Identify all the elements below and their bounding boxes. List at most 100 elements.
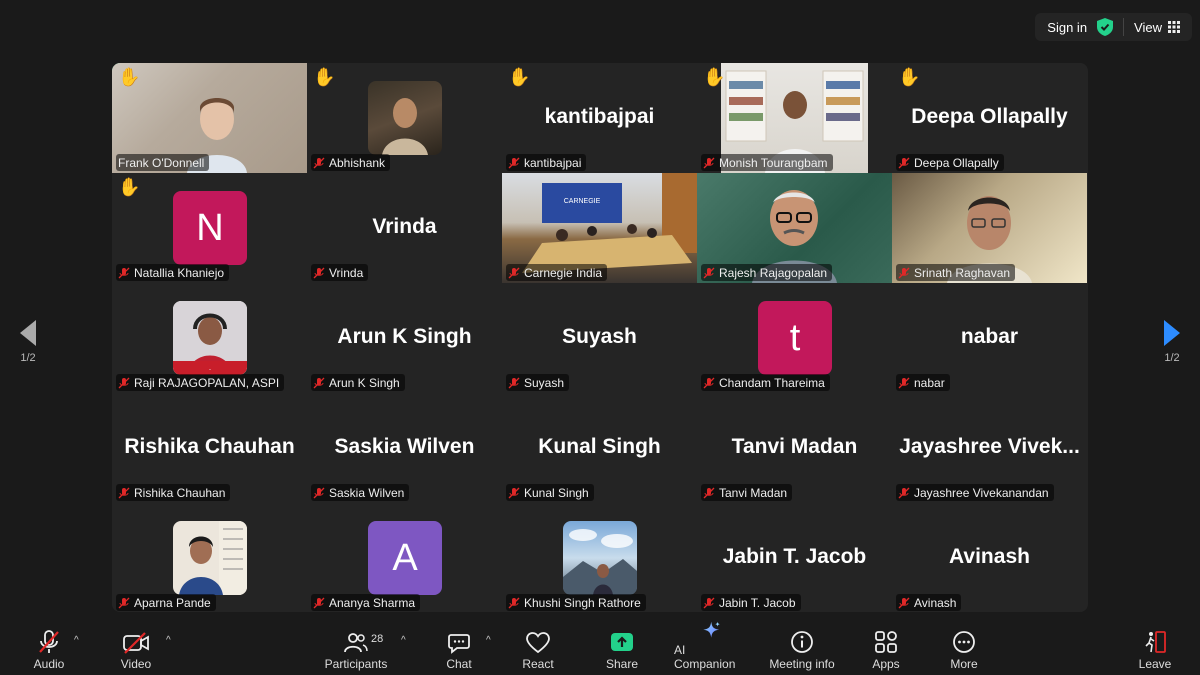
participant-display-name: Avinash: [949, 545, 1030, 568]
participant-display-name: Rishika Chauhan: [124, 435, 295, 458]
leave-button[interactable]: Leave: [1134, 621, 1176, 675]
page-indicator-left: 1/2: [20, 352, 36, 364]
apps-button[interactable]: Apps: [866, 621, 906, 675]
audio-button[interactable]: Audio: [28, 621, 70, 675]
participant-name-tag: Kunal Singh: [506, 484, 594, 501]
view-label: View: [1134, 19, 1162, 35]
participant-name: Jayashree Vivekanandan: [914, 485, 1049, 500]
prev-page-button[interactable]: 1/2: [8, 320, 48, 364]
leave-label: Leave: [1138, 657, 1172, 671]
mic-muted-icon: [898, 377, 910, 388]
participant-name: Rishika Chauhan: [134, 485, 226, 500]
participant-name: Avinash: [914, 595, 957, 610]
share-screen-icon: [611, 633, 633, 651]
audio-options-chevron-icon[interactable]: ^: [74, 635, 79, 646]
participant-gallery: ✋ Frank O'Donnell ✋ Abhishank kantibajpa…: [112, 63, 1088, 612]
participant-display-name: Kunal Singh: [538, 435, 661, 458]
mic-muted-icon: [703, 267, 715, 278]
participant-name-tag: Chandam Thareima: [701, 374, 830, 391]
leave-door-icon: [1145, 631, 1166, 653]
zoom-meeting-window: Sign in View 1/2 1/2 ✋ Frank O'Donnell ✋…: [0, 0, 1200, 675]
chat-options-chevron-icon[interactable]: ^: [486, 635, 491, 646]
participant-tile[interactable]: Tanvi Madan Tanvi Madan: [697, 393, 892, 503]
more-label: More: [950, 657, 978, 671]
participant-display-name: Vrinda: [372, 215, 437, 238]
participant-tile[interactable]: Rajesh Rajagopalan: [697, 173, 892, 283]
chat-button[interactable]: Chat: [440, 621, 478, 675]
raised-hand-icon: ✋: [898, 67, 921, 87]
ai-companion-button[interactable]: AI Companion: [674, 621, 750, 675]
participant-name: Jabin T. Jacob: [719, 595, 796, 610]
participant-name: Aparna Pande: [134, 595, 211, 610]
more-button[interactable]: More: [944, 621, 984, 675]
participant-name: kantibajpai: [524, 155, 582, 170]
participant-tile[interactable]: Jayashree Vivek... Jayashree Vivekananda…: [892, 393, 1087, 503]
participant-tile[interactable]: Deepa Ollapally ✋ Deepa Ollapally: [892, 63, 1087, 173]
share-button[interactable]: Share: [602, 621, 642, 675]
participant-tile[interactable]: Arun K Singh Arun K Singh: [307, 283, 502, 393]
apps-icon: [875, 631, 897, 653]
participant-name: Srinath Raghavan: [914, 265, 1011, 280]
participant-name: Rajesh Rajagopalan: [719, 265, 828, 280]
sign-in-button[interactable]: Sign in: [1047, 20, 1087, 35]
profile-photo: [563, 521, 637, 595]
mic-muted-icon: [118, 377, 130, 388]
mic-muted-icon: [703, 377, 715, 388]
top-bar: Sign in View: [1035, 13, 1192, 41]
participant-tile[interactable]: Avinash Avinash: [892, 503, 1087, 612]
video-button[interactable]: Video: [114, 621, 158, 675]
participant-tile[interactable]: ✋ Monish Tourangbam: [697, 63, 892, 173]
participants-options-chevron-icon[interactable]: ^: [401, 635, 406, 646]
participant-tile[interactable]: .. Raji RAJAGOPALAN, ASPI: [112, 283, 307, 393]
raised-hand-icon: ✋: [118, 67, 141, 87]
shield-check-icon[interactable]: [1097, 18, 1114, 36]
participant-name: Raji RAJAGOPALAN, ASPI: [134, 375, 280, 390]
participant-display-name: Jayashree Vivek...: [899, 435, 1080, 458]
participant-name-tag: Khushi Singh Rathore: [506, 594, 646, 611]
participant-tile[interactable]: Khushi Singh Rathore: [502, 503, 697, 612]
participant-tile[interactable]: Aparna Pande: [112, 503, 307, 612]
participant-name-tag: Aparna Pande: [116, 594, 216, 611]
participant-name-tag: Ananya Sharma: [311, 594, 421, 611]
participant-tile[interactable]: Vrinda Vrinda: [307, 173, 502, 283]
participant-tile[interactable]: N ✋ Natallia Khaniejo: [112, 173, 307, 283]
participant-tile[interactable]: Saskia Wilven Saskia Wilven: [307, 393, 502, 503]
mic-muted-icon: [313, 377, 325, 388]
participant-tile[interactable]: t Chandam Thareima: [697, 283, 892, 393]
react-label: React: [522, 657, 554, 671]
mic-muted-icon: [703, 597, 715, 608]
next-page-button[interactable]: 1/2: [1152, 320, 1192, 364]
participant-avatar: A: [368, 521, 442, 595]
video-options-chevron-icon[interactable]: ^: [166, 635, 171, 646]
participant-name-tag: Abhishank: [311, 154, 391, 171]
participant-tile[interactable]: kantibajpai ✋ kantibajpai: [502, 63, 697, 173]
participant-tile[interactable]: Suyash Suyash: [502, 283, 697, 393]
participant-tile[interactable]: ✋ Abhishank: [307, 63, 502, 173]
participant-name-tag: Raji RAJAGOPALAN, ASPI: [116, 374, 285, 391]
participant-name: Frank O'Donnell: [118, 155, 205, 170]
page-indicator-right: 1/2: [1164, 352, 1180, 364]
participant-tile[interactable]: A Ananya Sharma: [307, 503, 502, 612]
raised-hand-icon: ✋: [508, 67, 531, 87]
mic-muted-icon: [313, 487, 325, 498]
mic-muted-icon: [39, 630, 59, 653]
view-button[interactable]: View: [1134, 20, 1180, 35]
participants-button[interactable]: Participants: [322, 621, 390, 675]
participant-name: Natallia Khaniejo: [134, 265, 225, 280]
divider: [1123, 18, 1125, 36]
meeting-info-label: Meeting info: [769, 657, 835, 671]
participant-tile[interactable]: CARNEGIE Carnegie India: [502, 173, 697, 283]
participant-tile[interactable]: Rishika Chauhan Rishika Chauhan: [112, 393, 307, 503]
participant-name-tag: Saskia Wilven: [311, 484, 410, 501]
meeting-info-button[interactable]: Meeting info: [766, 621, 838, 675]
react-button[interactable]: React: [518, 621, 558, 675]
participant-tile[interactable]: Kunal Singh Kunal Singh: [502, 393, 697, 503]
participant-tile[interactable]: nabar nabar: [892, 283, 1087, 393]
participant-name-tag: kantibajpai: [506, 154, 587, 171]
participant-tile[interactable]: ✋ Frank O'Donnell: [112, 63, 307, 173]
chat-label: Chat: [446, 657, 472, 671]
svg-text:CARNEGIE: CARNEGIE: [564, 198, 601, 205]
mic-muted-icon: [313, 267, 325, 278]
participant-tile[interactable]: Srinath Raghavan: [892, 173, 1087, 283]
participant-tile[interactable]: Jabin T. Jacob Jabin T. Jacob: [697, 503, 892, 612]
